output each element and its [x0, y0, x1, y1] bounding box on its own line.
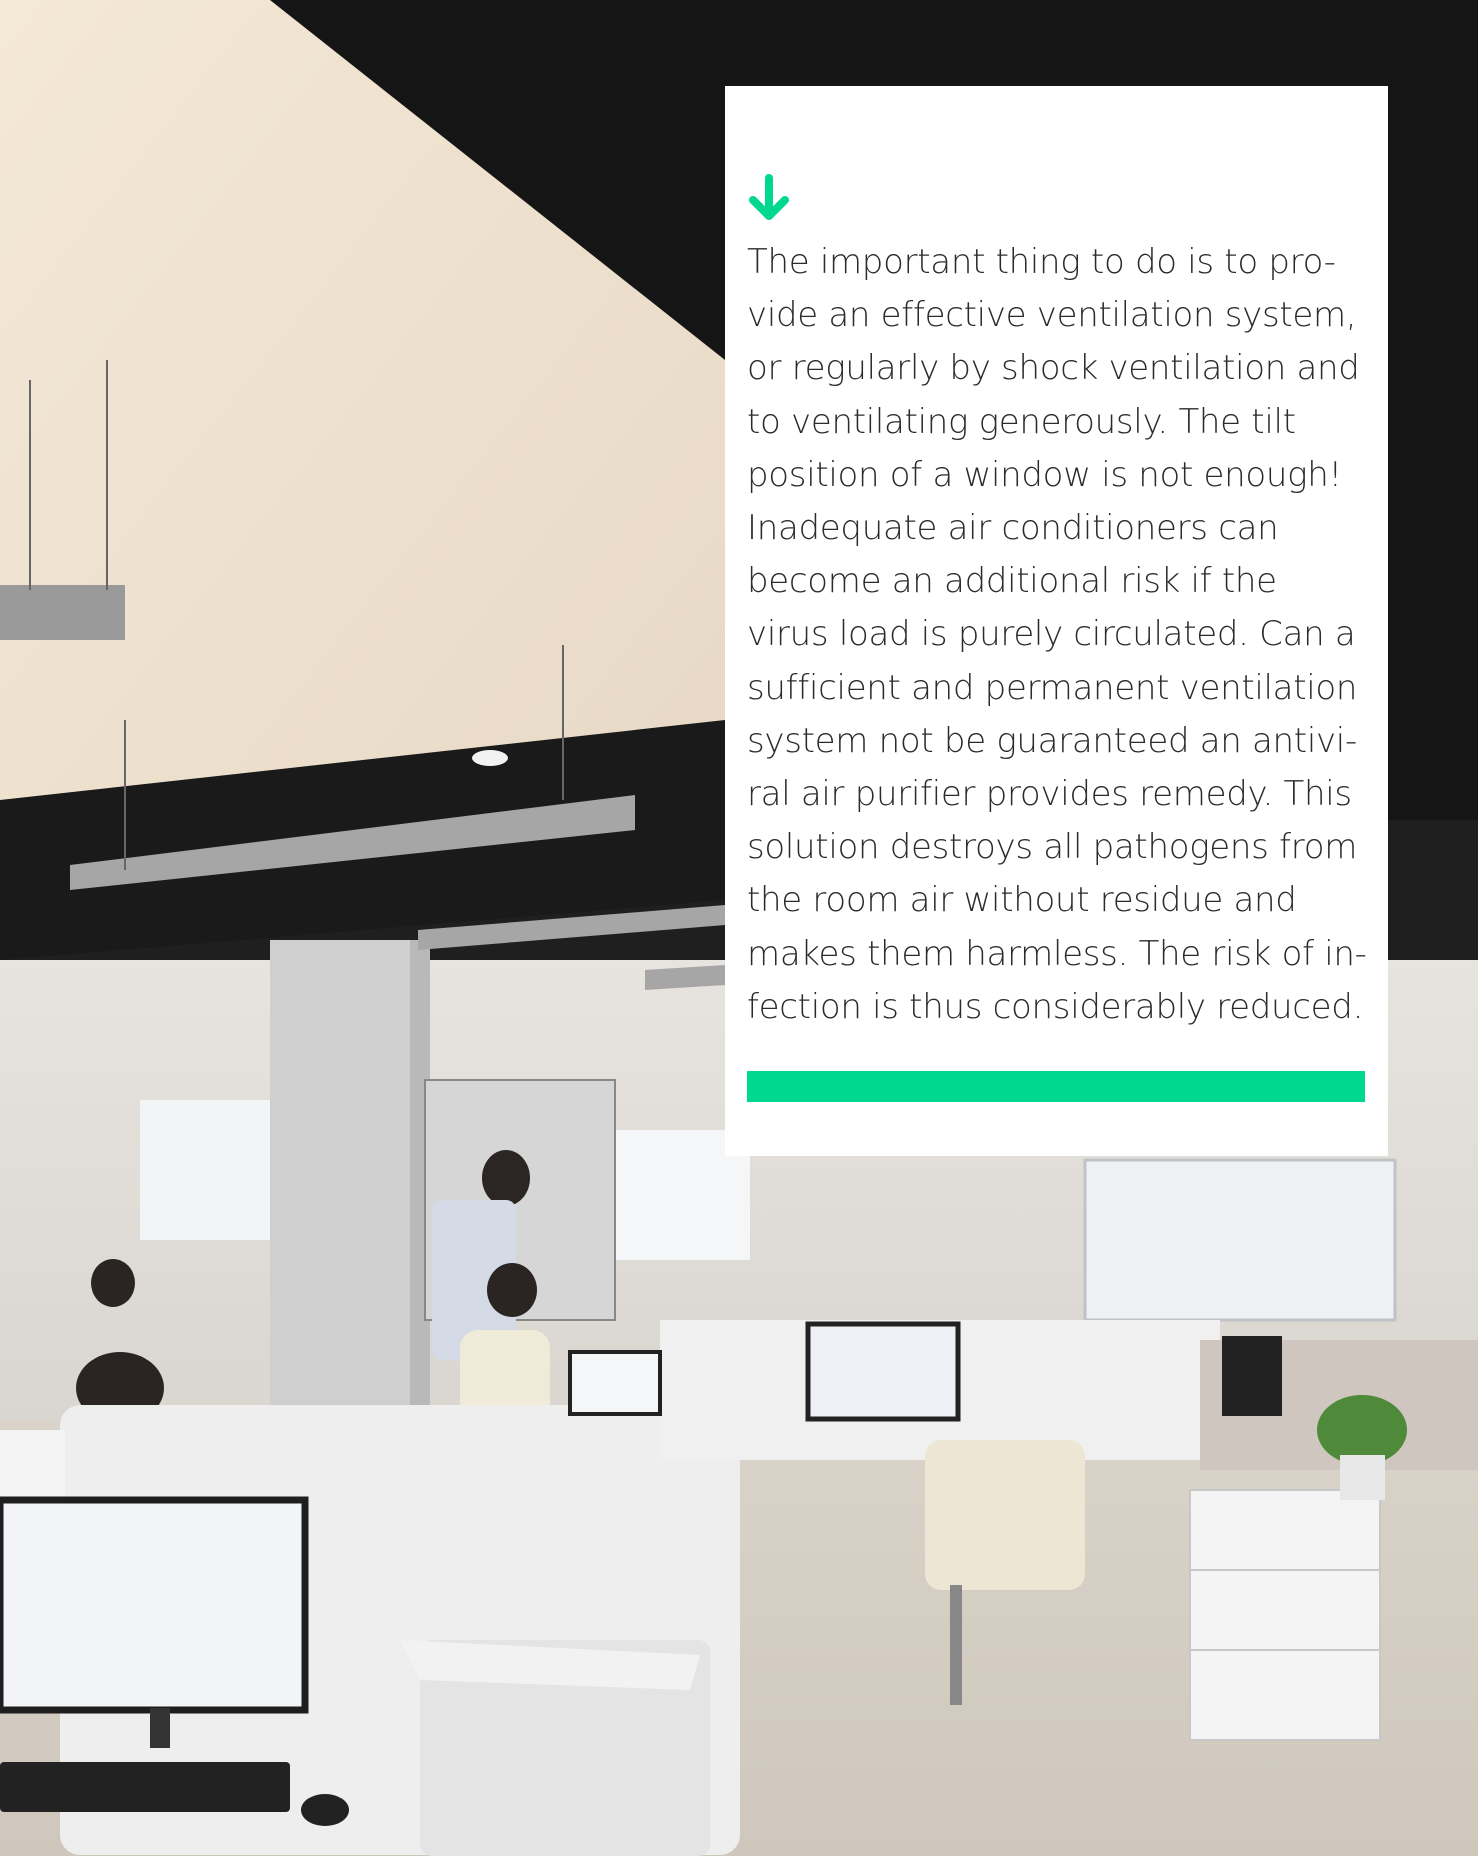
- text-line: system not be guaranteed an antivi-: [747, 720, 1357, 761]
- text-line: Inadequate air conditioners can: [747, 508, 1279, 549]
- text-line: ral air purifier provides remedy. This: [747, 774, 1352, 815]
- text-line: to ventilating generously. The tilt: [747, 401, 1296, 442]
- text-line: virus load is purely circulated. Can a: [747, 614, 1356, 655]
- text-line: The important thing to do is to pro-: [747, 242, 1336, 282]
- text-line: the room air without residue and: [747, 880, 1297, 921]
- arrow-down-icon: [749, 174, 789, 220]
- text-card: The important thing to do is to pro- vid…: [725, 86, 1388, 1156]
- accent-bar: [747, 1071, 1365, 1102]
- text-line: position of a window is not enough!: [747, 454, 1342, 495]
- text-line: makes them harmless. The risk of in-: [747, 933, 1367, 974]
- text-line: or regularly by shock ventilation and: [747, 348, 1360, 389]
- text-line: vide an effective ventilation system,: [747, 295, 1357, 336]
- text-line: become an additional risk if the: [747, 561, 1277, 602]
- body-paragraph: The important thing to do is to pro- vid…: [747, 236, 1369, 1034]
- text-line: sufficient and permanent ventilation: [747, 667, 1358, 708]
- text-line: solution destroys all pathogens from: [747, 827, 1358, 868]
- text-line: fection is thus considerably reduced.: [747, 986, 1364, 1027]
